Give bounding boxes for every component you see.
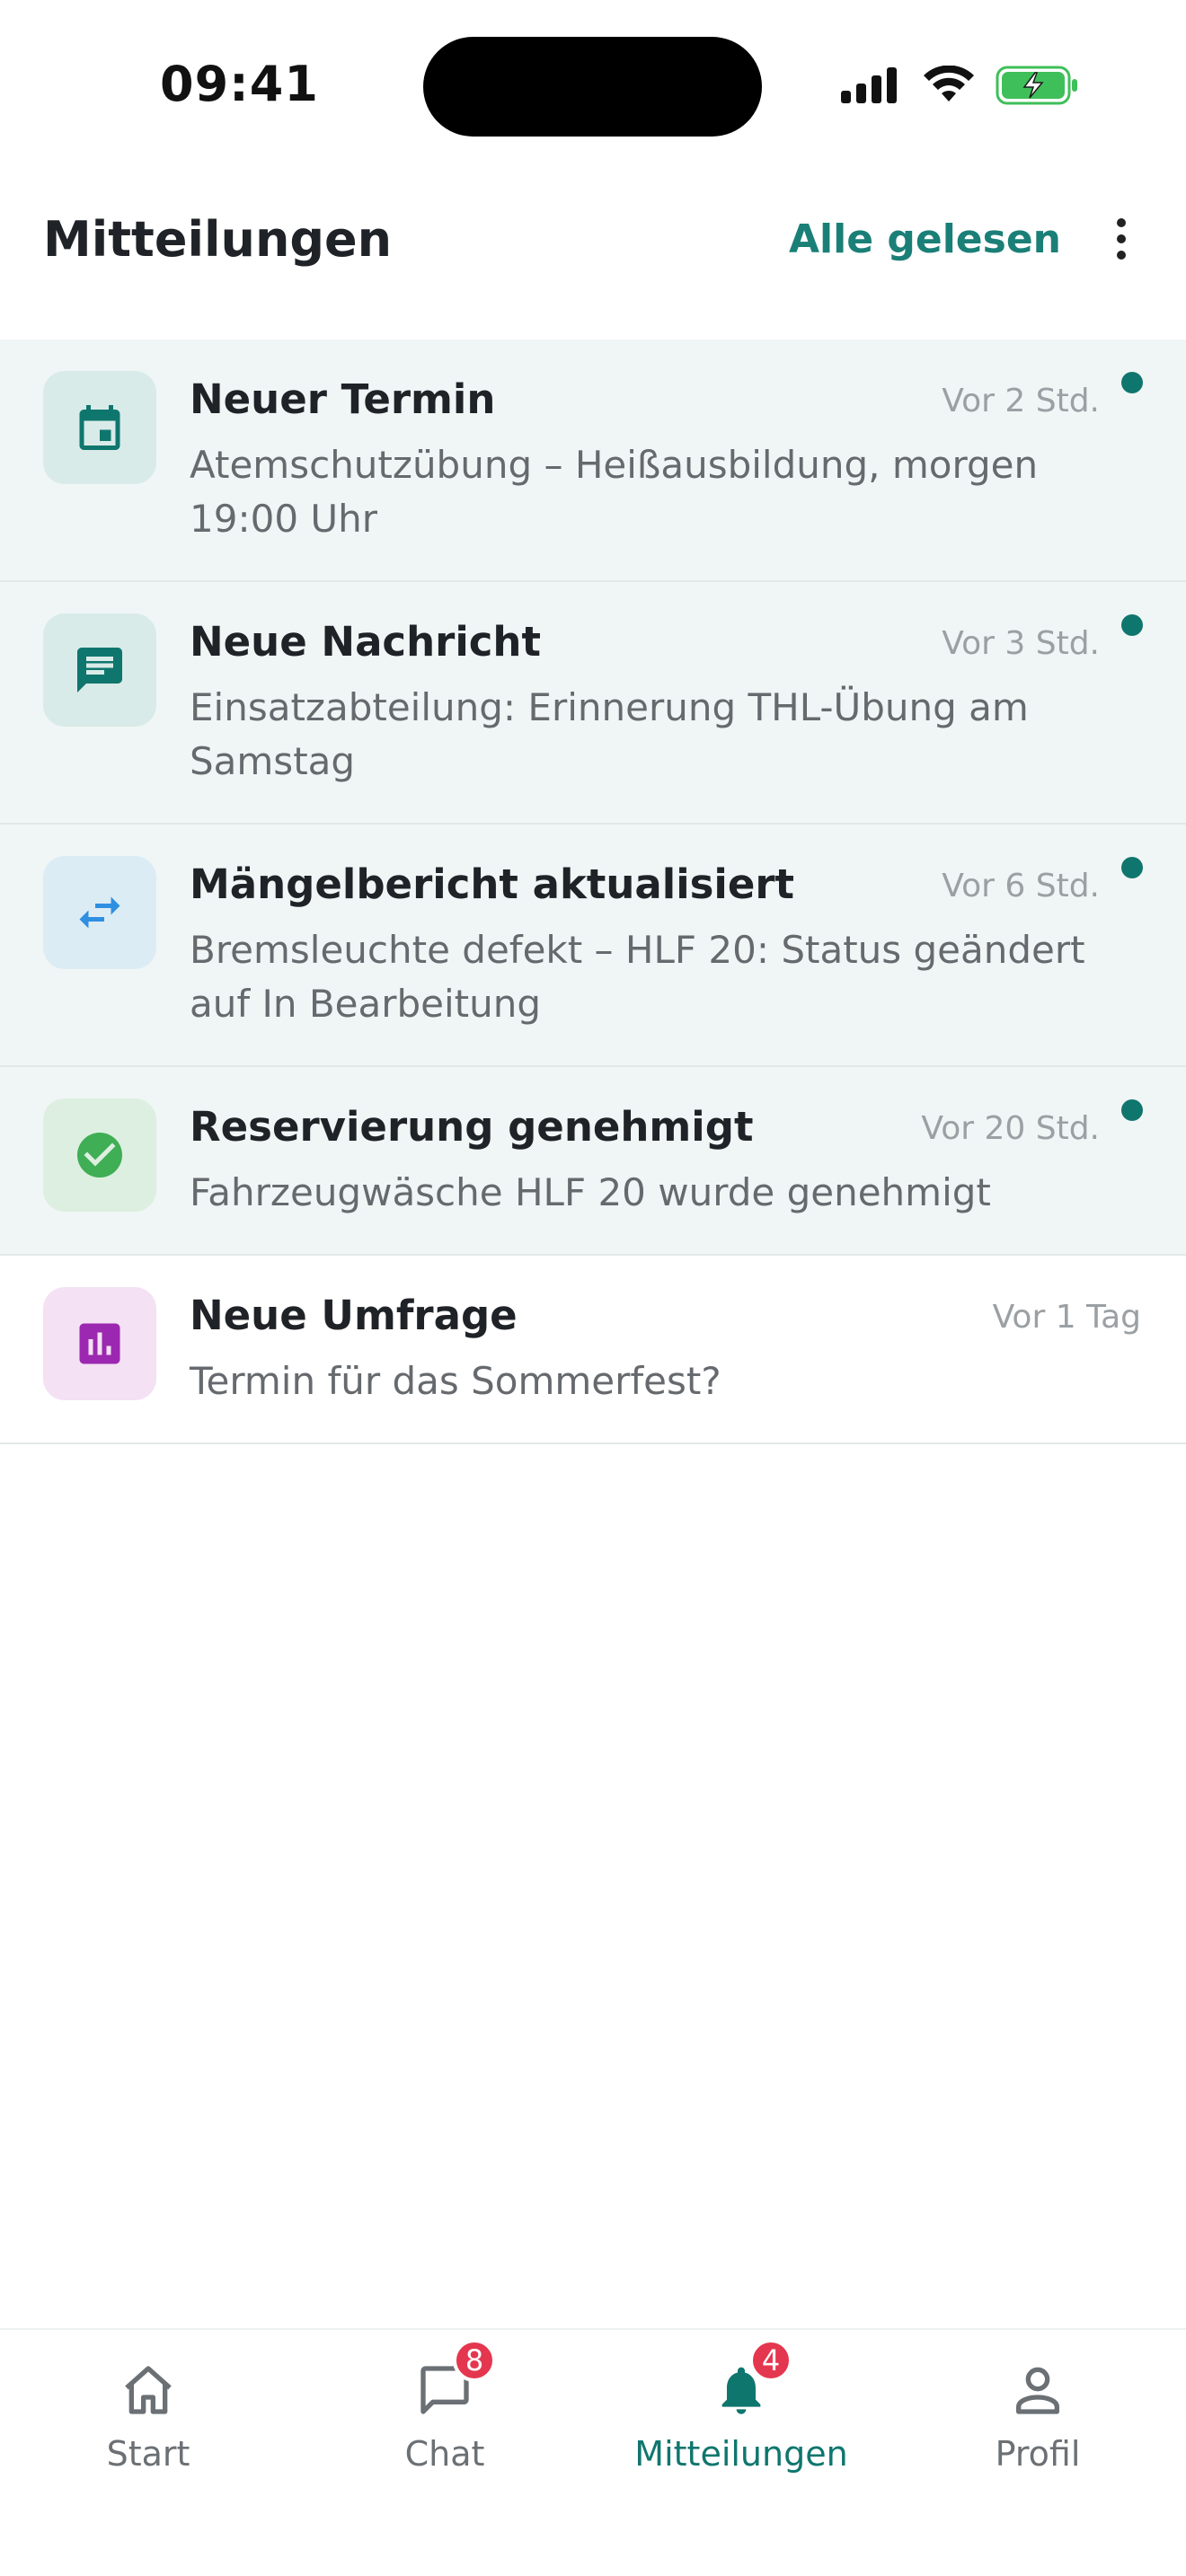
notification-time: Vor 1 Tag bbox=[992, 1299, 1141, 1336]
notification-body: Atemschutzübung – Heißausbildung, morgen… bbox=[190, 443, 1039, 541]
dynamic-island bbox=[423, 37, 762, 137]
notifications-badge: 4 bbox=[749, 2339, 792, 2382]
wifi-icon bbox=[924, 66, 974, 101]
unread-indicator bbox=[1121, 1099, 1143, 1121]
notification-time: Vor 20 Std. bbox=[921, 1110, 1100, 1147]
status-time: 09:41 bbox=[160, 56, 319, 112]
unread-indicator bbox=[1121, 857, 1143, 878]
notification-body: Einsatzabteilung: Erinnerung THL-Übung a… bbox=[190, 685, 1029, 783]
notification-tile bbox=[43, 371, 156, 484]
home-icon bbox=[125, 2366, 172, 2414]
notification-item[interactable]: Mängelbericht aktualisiert Vor 6 Std. Br… bbox=[0, 825, 1186, 1067]
nav-item-chat[interactable]: 8 Chat bbox=[296, 2330, 593, 2510]
nav-item-profil[interactable]: Profil bbox=[890, 2330, 1186, 2510]
notification-item[interactable]: Neuer Termin Vor 2 Std. Atemschutzübung … bbox=[0, 340, 1186, 582]
notification-title: Reservierung genehmigt bbox=[190, 1103, 754, 1151]
notification-title: Neue Umfrage bbox=[190, 1292, 518, 1339]
status-bar: 09:41 bbox=[0, 0, 1186, 171]
battery-charging-icon bbox=[996, 66, 1077, 105]
app-header: Mitteilungen Alle gelesen bbox=[0, 171, 1186, 340]
cellular-signal-icon bbox=[841, 67, 897, 103]
notification-title: Neuer Termin bbox=[190, 375, 496, 423]
notification-item[interactable]: Reservierung genehmigt Vor 20 Std. Fahrz… bbox=[0, 1067, 1186, 1256]
calendar-icon bbox=[79, 405, 120, 450]
notification-body: Termin für das Sommerfest? bbox=[190, 1359, 721, 1403]
bottom-navigation: Start 8 Chat 4 Mitteilungen Profil bbox=[0, 2328, 1186, 2576]
notification-time: Vor 3 Std. bbox=[942, 625, 1100, 662]
notification-time: Vor 6 Std. bbox=[942, 868, 1100, 904]
notification-body: Fahrzeugwäsche HLF 20 wurde genehmigt bbox=[190, 1170, 991, 1214]
unread-indicator bbox=[1121, 614, 1143, 636]
page-title: Mitteilungen bbox=[43, 211, 393, 268]
message-icon bbox=[77, 648, 122, 693]
check-circle-icon bbox=[77, 1133, 122, 1178]
nav-label: Profil bbox=[995, 2434, 1081, 2474]
chat-badge: 8 bbox=[453, 2339, 496, 2382]
notification-title: Neue Nachricht bbox=[190, 618, 541, 666]
more-vertical-icon[interactable] bbox=[1096, 214, 1146, 264]
nav-item-start[interactable]: Start bbox=[0, 2330, 296, 2510]
notification-tile bbox=[43, 856, 156, 969]
notification-tile bbox=[43, 1287, 156, 1400]
poll-icon bbox=[79, 1323, 120, 1364]
notification-body: Bremsleuchte defekt – HLF 20: Status geä… bbox=[190, 928, 1085, 1026]
swap-arrows-icon bbox=[79, 896, 120, 929]
nav-item-mitteilungen[interactable]: 4 Mitteilungen bbox=[593, 2330, 890, 2510]
notification-time: Vor 2 Std. bbox=[942, 383, 1100, 419]
notification-title: Mängelbericht aktualisiert bbox=[190, 860, 795, 908]
notification-item[interactable]: Neue Umfrage Vor 1 Tag Termin für das So… bbox=[0, 1256, 1186, 1444]
nav-label: Start bbox=[106, 2434, 190, 2474]
nav-label: Chat bbox=[404, 2434, 485, 2474]
notification-tile bbox=[43, 1098, 156, 1212]
status-icons bbox=[839, 63, 1080, 108]
notification-list: Neuer Termin Vor 2 Std. Atemschutzübung … bbox=[0, 340, 1186, 1444]
person-icon bbox=[1016, 2367, 1059, 2414]
mark-all-read-button[interactable]: Alle gelesen bbox=[789, 216, 1061, 262]
notifications-screen: 09:41 Mitteilungen Alle gelesen Neuer Te… bbox=[0, 0, 1186, 2576]
notification-tile bbox=[43, 613, 156, 727]
notification-item[interactable]: Neue Nachricht Vor 3 Std. Einsatzabteilu… bbox=[0, 582, 1186, 825]
nav-label: Mitteilungen bbox=[634, 2434, 848, 2474]
unread-indicator bbox=[1121, 372, 1143, 393]
